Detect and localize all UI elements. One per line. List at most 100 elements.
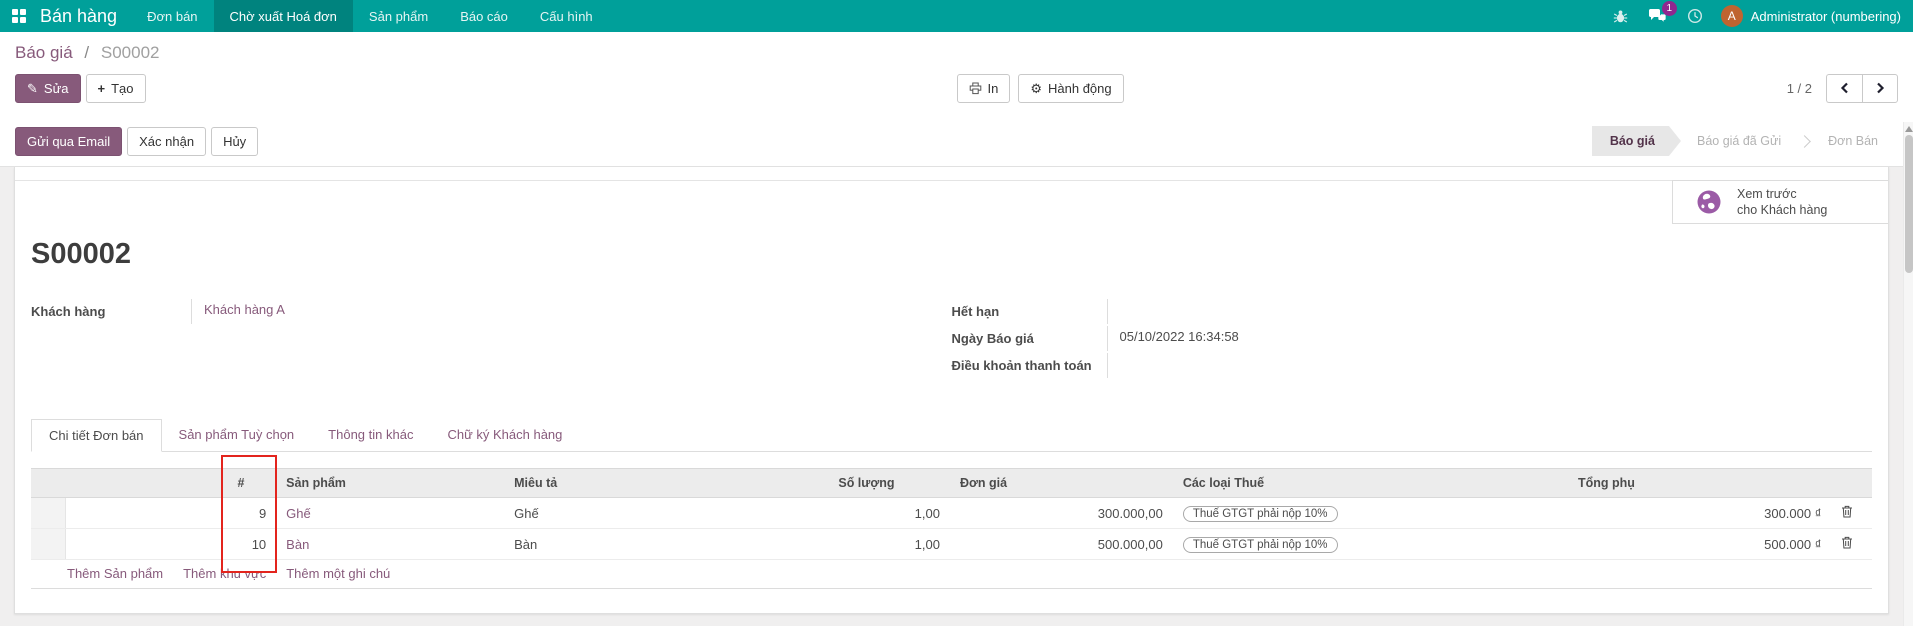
field-customer: Khách hàng Khách hàng A: [31, 298, 952, 325]
subtotal-cell: 500.000 ₫: [1568, 529, 1831, 560]
description-column-header: Miêu tả: [504, 469, 828, 498]
unit-price-cell: 500.000,00: [950, 529, 1173, 560]
pager: [1826, 74, 1898, 103]
quotation-date-field-label: Ngày Báo giá: [952, 331, 1107, 346]
plus-icon: +: [98, 82, 106, 95]
order-line-links: Thêm Sản phẩm Thêm khu vực Thêm một ghi …: [31, 560, 1872, 589]
confirm-label: Xác nhận: [139, 134, 194, 149]
preview-label-line2: cho Khách hàng: [1737, 202, 1827, 218]
action-button-label: Hành động: [1048, 81, 1112, 96]
product-link[interactable]: Ghế: [286, 506, 311, 521]
tax-badge: Thuế GTGT phải nộp 10%: [1183, 506, 1338, 522]
apps-grid-icon: [12, 9, 26, 23]
debug-menu-button[interactable]: [1603, 0, 1638, 32]
delete-line-button[interactable]: [1841, 505, 1853, 518]
quotation-date-field-value: 05/10/2022 16:34:58: [1107, 326, 1873, 351]
table-header-row: # Sản phẩm Miêu tả Số lượng Đơn giá Các …: [31, 469, 1872, 498]
messages-button[interactable]: 1: [1638, 0, 1677, 32]
form-sheet: Xem trước cho Khách hàng S00002 Khách hà…: [14, 167, 1889, 614]
product-column-header: Sản phẩm: [276, 469, 504, 498]
quantity-cell: 1,00: [828, 529, 950, 560]
field-groups: Khách hàng Khách hàng A Hết hạn Ngày Báo…: [31, 298, 1872, 379]
content-area: Xem trước cho Khách hàng S00002 Khách hà…: [0, 167, 1913, 614]
tax-badge: Thuế GTGT phải nộp 10%: [1183, 537, 1338, 553]
stage-bao-gia[interactable]: Báo giá: [1592, 126, 1681, 156]
pager-next-button[interactable]: [1862, 74, 1898, 103]
tab-chu-ky-khach-hang[interactable]: Chữ ký Khách hàng: [430, 419, 579, 452]
pencil-icon: ✎: [27, 82, 38, 95]
cancel-button[interactable]: Hủy: [211, 127, 258, 156]
tab-thong-tin-khac[interactable]: Thông tin khác: [311, 419, 430, 452]
trash-icon: [1841, 505, 1853, 518]
breadcrumb-parent[interactable]: Báo giá: [15, 43, 73, 62]
edit-button-label: Sửa: [44, 81, 69, 96]
field-payment-terms: Điều khoản thanh toán: [952, 352, 1873, 379]
print-button[interactable]: In: [957, 74, 1011, 103]
product-link[interactable]: Bàn: [286, 537, 309, 552]
add-section-link[interactable]: Thêm khu vực: [183, 566, 266, 581]
activities-clock-button[interactable]: [1677, 0, 1713, 32]
tab-chi-tiet-don-ban[interactable]: Chi tiết Đơn bán: [31, 419, 162, 452]
sheet-top-band: Xem trước cho Khách hàng: [15, 167, 1888, 224]
row-drag-handle[interactable]: [31, 498, 65, 529]
field-expiration: Hết hạn: [952, 298, 1873, 325]
stage-label: Báo giá: [1610, 134, 1655, 148]
order-lines-table: # Sản phẩm Miêu tả Số lượng Đơn giá Các …: [31, 468, 1872, 560]
handle-column-header: [31, 469, 65, 498]
create-button[interactable]: + Tạo: [86, 74, 146, 103]
record-title: S00002: [31, 238, 1872, 271]
clock-icon: [1687, 8, 1703, 24]
description-cell: Ghế: [504, 498, 828, 529]
confirm-button[interactable]: Xác nhận: [127, 127, 206, 156]
send-by-email-label: Gửi qua Email: [27, 134, 110, 149]
table-row[interactable]: 10 Bàn Bàn 1,00 500.000,00 Thuế GTGT phả…: [31, 529, 1872, 560]
user-menu[interactable]: A Administrator (numbering): [1713, 0, 1913, 32]
scroll-up-arrow-icon[interactable]: [1905, 126, 1913, 132]
stage-separator-icon: [1798, 135, 1811, 148]
nav-item-cho-xuat-hoa-don[interactable]: Chờ xuất Hoá đơn: [214, 0, 353, 32]
scrollbar-thumb[interactable]: [1905, 135, 1913, 273]
nav-item-cau-hinh[interactable]: Cấu hình: [524, 0, 609, 32]
stage-label: Báo giá đã Gửi: [1697, 134, 1781, 148]
payment-terms-field-value: [1107, 353, 1873, 378]
nav-item-bao-cao[interactable]: Báo cáo: [444, 0, 524, 32]
apps-menu-button[interactable]: [0, 0, 36, 32]
taxes-column-header: Các loại Thuế: [1173, 469, 1568, 498]
row-drag-handle[interactable]: [31, 529, 65, 560]
expiration-field-value: [1107, 299, 1873, 324]
app-brand[interactable]: Bán hàng: [36, 0, 131, 32]
user-name: Administrator (numbering): [1751, 9, 1901, 24]
add-product-link[interactable]: Thêm Sản phẩm: [67, 566, 163, 581]
breadcrumb-current: S00002: [101, 43, 160, 62]
edit-button[interactable]: ✎ Sửa: [15, 74, 81, 103]
stage-don-ban[interactable]: Đơn Bán: [1812, 126, 1894, 156]
tab-san-pham-tuy-chon[interactable]: Sản phẩm Tuỳ chọn: [162, 419, 312, 452]
vertical-scrollbar[interactable]: [1903, 122, 1913, 626]
create-button-label: Tạo: [111, 81, 133, 96]
nav-item-san-pham[interactable]: Sản phẩm: [353, 0, 444, 32]
globe-icon: [1695, 188, 1723, 216]
add-note-link[interactable]: Thêm một ghi chú: [286, 566, 390, 581]
gear-icon: ⚙: [1030, 82, 1042, 95]
blank-cell: [65, 498, 227, 529]
nav-item-don-ban[interactable]: Đơn bán: [131, 0, 213, 32]
form-statusbar: Gửi qua Email Xác nhận Hủy Báo giá Báo g…: [0, 117, 1913, 167]
subtotal-cell: 300.000 ₫: [1568, 498, 1831, 529]
send-by-email-button[interactable]: Gửi qua Email: [15, 127, 122, 156]
chevron-left-icon: [1840, 82, 1850, 94]
pager-value: 1 / 2: [1787, 81, 1812, 96]
table-row[interactable]: 9 Ghế Ghế 1,00 300.000,00 Thuế GTGT phải…: [31, 498, 1872, 529]
customer-preview-button[interactable]: Xem trước cho Khách hàng: [1672, 180, 1888, 224]
bug-icon: [1613, 9, 1628, 24]
customer-link[interactable]: Khách hàng A: [204, 302, 285, 317]
order-lines-table-wrap: # Sản phẩm Miêu tả Số lượng Đơn giá Các …: [31, 468, 1872, 560]
delete-line-button[interactable]: [1841, 536, 1853, 549]
index-cell: 9: [228, 498, 277, 529]
action-button[interactable]: ⚙ Hành động: [1018, 74, 1123, 103]
stage-label: Đơn Bán: [1828, 134, 1878, 148]
quantity-cell: 1,00: [828, 498, 950, 529]
pager-prev-button[interactable]: [1826, 74, 1862, 103]
stage-bao-gia-da-gui[interactable]: Báo giá đã Gửi: [1681, 126, 1797, 156]
control-panel: Báo giá / S00002 ✎ Sửa + Tạo In: [0, 32, 1913, 117]
top-navbar: Bán hàng Đơn bán Chờ xuất Hoá đơn Sản ph…: [0, 0, 1913, 32]
